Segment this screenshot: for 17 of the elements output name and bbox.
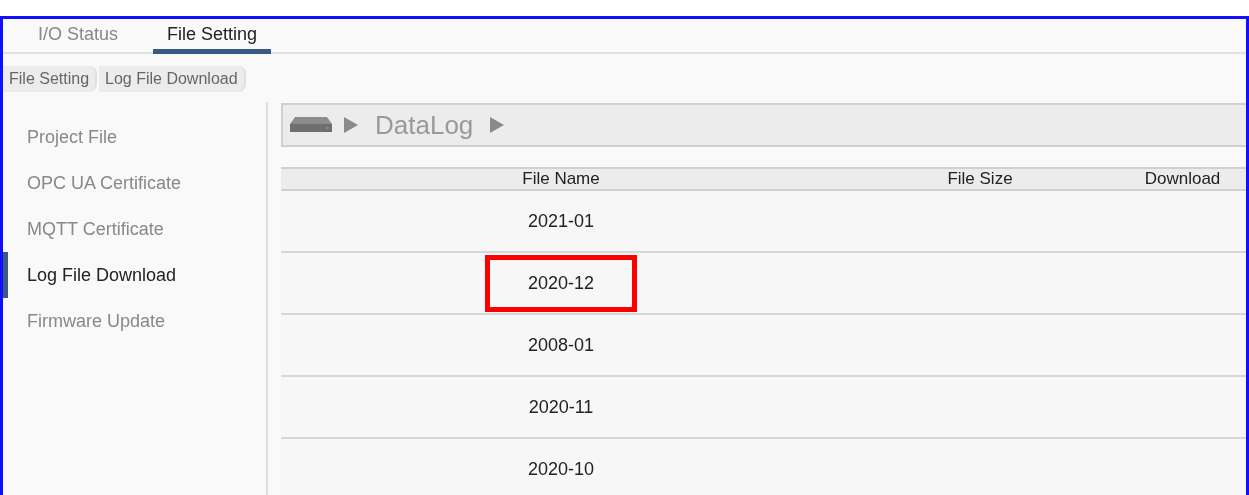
breadcrumb-item[interactable]: Log File Download xyxy=(99,66,246,92)
breadcrumb-item[interactable]: File Setting xyxy=(3,66,98,92)
column-header: File Size xyxy=(947,168,1013,191)
drive-icon xyxy=(289,116,333,134)
triangle-icon xyxy=(489,116,506,134)
column-header: File Name xyxy=(522,168,600,191)
file-name[interactable]: 2008-01 xyxy=(527,331,595,359)
file-name[interactable]: 2021-01 xyxy=(527,207,595,235)
file-name[interactable]: 2020-11 xyxy=(528,393,594,421)
column-header: Download xyxy=(1144,168,1221,191)
sidebar-item[interactable]: Log File Download xyxy=(3,252,266,298)
triangle-icon xyxy=(343,116,359,134)
file-name[interactable]: 2020-12 xyxy=(527,269,595,297)
tab[interactable]: File Setting xyxy=(153,19,272,54)
table-row[interactable]: 2020-12 xyxy=(281,253,1246,315)
tab[interactable]: I/O Status xyxy=(30,19,127,54)
file-name[interactable]: 2020-10 xyxy=(527,455,595,483)
